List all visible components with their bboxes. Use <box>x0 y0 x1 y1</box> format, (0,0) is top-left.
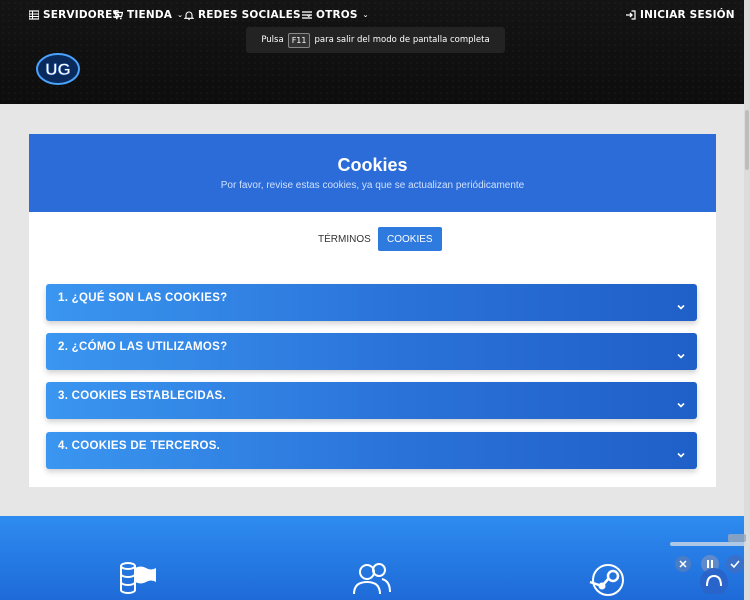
bell-icon <box>184 11 194 20</box>
nav-redes-label: REDES SOCIALES <box>198 9 301 21</box>
scroll-thumb[interactable] <box>745 110 749 170</box>
chat-widget-icon[interactable] <box>700 568 728 594</box>
check-icon[interactable] <box>726 555 744 573</box>
accordion-label: 2. ¿CÓMO LAS UTILIZAMOS? <box>58 341 228 353</box>
accordion-item-2[interactable]: 2. ¿CÓMO LAS UTILIZAMOS? <box>46 333 697 370</box>
nav-otros[interactable]: OTROS ⌄ <box>302 9 369 21</box>
accordion-item-4[interactable]: 4. COOKIES DE TERCEROS. <box>46 432 697 469</box>
nav-servidores-label: SERVIDORES <box>43 9 121 21</box>
logo-text: UG <box>45 60 71 79</box>
page-subtitle: Por favor, revise estas cookies, ya que … <box>220 180 525 191</box>
tab-terminos[interactable]: TÉRMINOS <box>309 227 380 251</box>
fullscreen-notice: Pulsa F11 para salir del modo de pantall… <box>246 27 505 53</box>
cookies-card: Cookies Por favor, revise estas cookies,… <box>29 134 716 487</box>
login-link[interactable]: INICIAR SESIÓN <box>626 9 735 21</box>
accordion-label: 3. COOKIES ESTABLECIDAS. <box>58 390 227 402</box>
nav-redes-sociales[interactable]: REDES SOCIALES ⌄ <box>184 9 312 21</box>
users-icon <box>353 563 391 595</box>
page-title: Cookies <box>337 155 408 175</box>
site-logo[interactable]: UG <box>34 52 82 86</box>
login-icon <box>626 10 636 20</box>
accordion-item-3[interactable]: 3. COOKIES ESTABLECIDAS. <box>46 382 697 419</box>
media-widget <box>670 534 746 594</box>
accordion-item-1[interactable]: 1. ¿QUÉ SON LAS COOKIES? <box>46 284 697 321</box>
chevron-down-icon <box>677 402 685 408</box>
tabs: TÉRMINOS COOKIES <box>29 227 716 251</box>
list-icon <box>29 10 39 20</box>
f11-key: F11 <box>287 32 311 48</box>
tab-cookies[interactable]: COOKIES <box>378 227 442 251</box>
server-flag-icon <box>120 562 156 594</box>
menu-icon <box>302 11 312 19</box>
chevron-down-icon: ⌄ <box>362 11 369 19</box>
cart-icon <box>113 10 123 20</box>
nav-tienda-label: TIENDA <box>127 9 173 21</box>
card-header: Cookies Por favor, revise estas cookies,… <box>29 134 716 212</box>
accordion-label: 1. ¿QUÉ SON LAS COOKIES? <box>58 292 228 304</box>
chevron-down-icon <box>677 353 685 359</box>
footer-band <box>0 516 750 600</box>
steam-icon <box>589 564 624 596</box>
nav-tienda[interactable]: TIENDA ⌄ <box>113 9 183 21</box>
nav-otros-label: OTROS <box>316 9 358 21</box>
site-header: SERVIDORES TIENDA ⌄ REDES SOCIALES ⌄ OTR… <box>0 0 750 104</box>
nav-servidores[interactable]: SERVIDORES <box>29 9 120 21</box>
chevron-down-icon <box>677 452 685 458</box>
fullscreen-prefix: Pulsa <box>261 35 284 45</box>
chevron-down-icon: ⌄ <box>177 11 184 19</box>
accordion-label: 4. COOKIES DE TERCEROS. <box>58 440 221 452</box>
fullscreen-suffix: para salir del modo de pantalla completa <box>314 35 490 45</box>
page-scrollbar[interactable] <box>744 0 750 600</box>
login-label: INICIAR SESIÓN <box>640 9 735 21</box>
chevron-down-icon <box>677 304 685 310</box>
